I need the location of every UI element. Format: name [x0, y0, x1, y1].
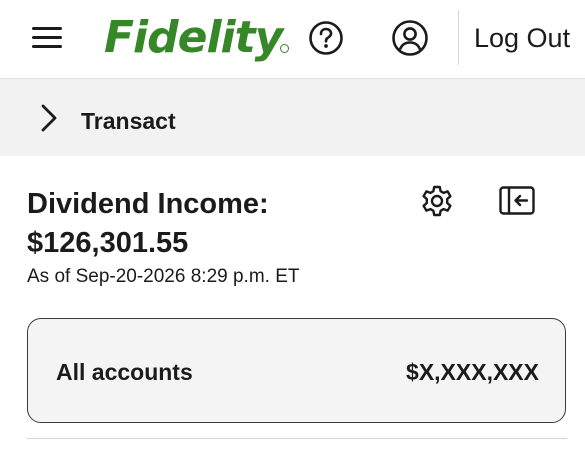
help-icon[interactable] — [308, 20, 344, 56]
registered-mark-icon — [280, 44, 289, 53]
gear-icon[interactable] — [419, 183, 455, 219]
collapse-panel-icon[interactable] — [498, 184, 536, 218]
fidelity-logo[interactable]: Fidelity — [104, 12, 283, 64]
chevron-right-icon — [36, 103, 62, 133]
profile-icon[interactable] — [391, 19, 429, 57]
all-accounts-card[interactable]: All accounts $X,XXX,XXX — [27, 318, 566, 423]
accounts-label: All accounts — [56, 359, 193, 385]
as-of-timestamp: As of Sep-20-2026 8:29 p.m. ET — [27, 266, 300, 287]
section-divider — [27, 438, 567, 439]
menu-icon[interactable] — [30, 22, 66, 52]
page-title: Dividend Income: — [27, 188, 269, 220]
accounts-value: $X,XXX,XXX — [406, 359, 539, 385]
transact-label: Transact — [81, 108, 176, 134]
dividend-income-amount: $126,301.55 — [27, 227, 189, 259]
header-divider — [458, 10, 459, 65]
log-out-button[interactable]: Log Out — [474, 20, 570, 56]
top-nav-bar: Fidelity Log Out — [0, 0, 585, 79]
transact-row[interactable]: Transact — [0, 79, 585, 156]
